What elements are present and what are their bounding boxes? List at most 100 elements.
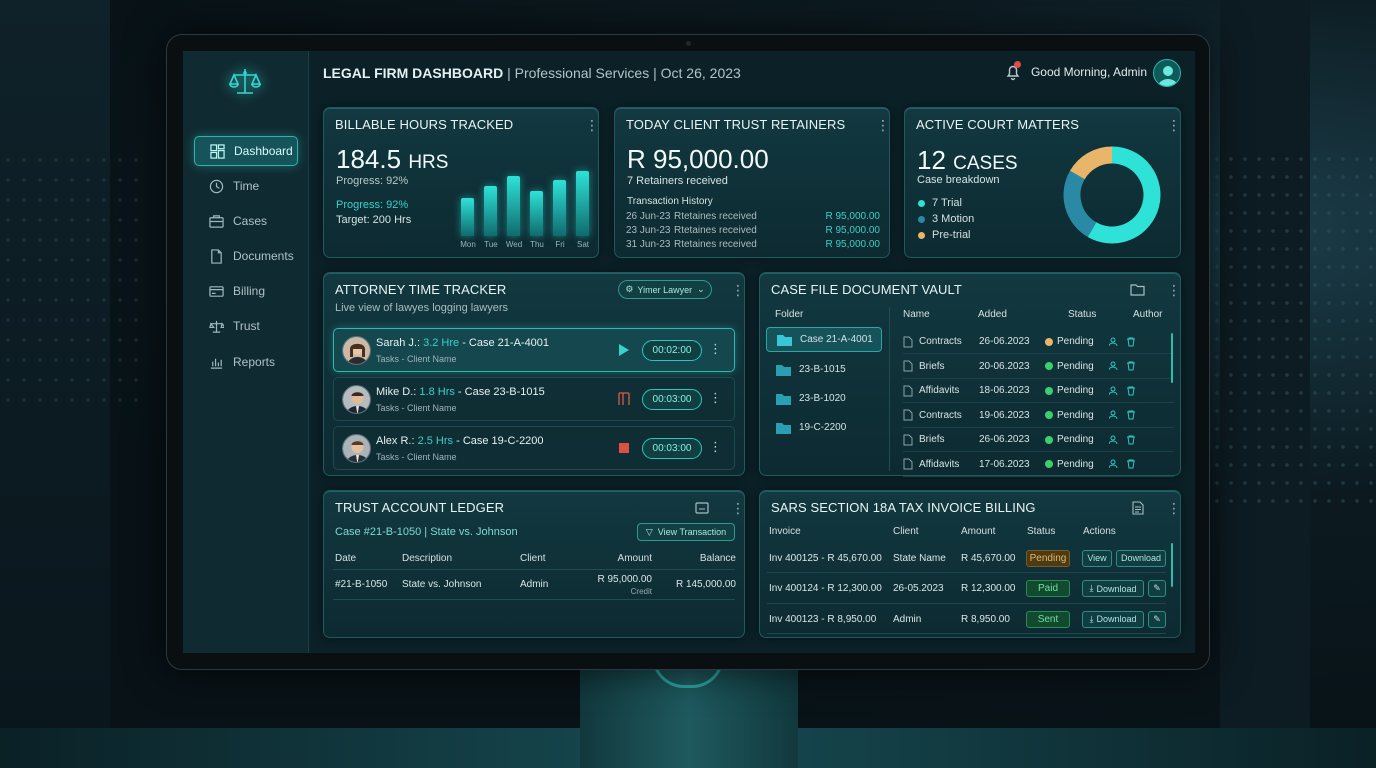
briefcase-icon (209, 214, 224, 228)
attorney-row[interactable]: Alex R.: 2.5 Hrs - Case 19-C-2200 Tasks … (333, 426, 735, 470)
column-header: Client (520, 553, 546, 564)
more-options-icon[interactable]: ⋮ (1167, 501, 1181, 515)
trash-icon[interactable] (1126, 459, 1136, 469)
history-title: Transaction History (627, 196, 713, 207)
invoice-number: Inv 400125 - R 45,670.00 (769, 552, 882, 564)
trash-icon[interactable] (1126, 337, 1136, 347)
court-matters-card: ACTIVE COURT MATTERS ⋮ 12 CASES Case bre… (904, 107, 1181, 258)
more-options-icon[interactable]: ⋮ (1167, 118, 1181, 132)
document-row[interactable]: Briefs 26-06.2023 Pending (903, 428, 1174, 452)
folder-column-header: Folder (775, 309, 804, 320)
case-count: 12 CASES (917, 145, 1018, 175)
sidebar-item-billing[interactable]: Billing (194, 276, 298, 306)
invoice-icon[interactable] (1132, 501, 1144, 515)
attorney-row[interactable]: Mike D.: 1.8 Hrs - Case 23-B-1015 Tasks … (333, 377, 735, 421)
document-icon (211, 248, 222, 264)
download-button[interactable]: ⤓ Download (1082, 580, 1144, 597)
trust-retainers-card: TODAY CLIENT TRUST RETAINERS ⋮ R 95,000.… (614, 107, 890, 258)
pause-icon[interactable] (618, 392, 630, 406)
folder-item[interactable]: 23-B-1015 (766, 357, 882, 382)
folder-item[interactable]: 19-C-2200 (766, 415, 882, 440)
folder-icon (776, 422, 791, 434)
sidebar-item-documents[interactable]: Documents (194, 241, 298, 271)
folder-item[interactable]: 23-B-1020 (766, 386, 882, 411)
sidebar-item-cases[interactable]: Cases (194, 206, 298, 236)
invoice-number: Inv 400123 - R 8,950.00 (769, 613, 877, 625)
view-transaction-button[interactable]: ▽ View Transaction (637, 523, 735, 541)
legend-trial: 7 Trial (918, 197, 962, 209)
dashboard-icon (210, 143, 225, 159)
trash-icon[interactable] (1126, 410, 1136, 420)
card-title: TODAY CLIENT TRUST RETAINERS (626, 117, 846, 132)
invoice-number: Inv 400124 - R 12,300.00 (769, 583, 882, 594)
users-icon[interactable] (1109, 459, 1119, 469)
users-icon[interactable] (1109, 361, 1119, 371)
invoice-amount: R 12,300.00 (961, 583, 1016, 594)
retainer-count: 7 Retainers received (627, 175, 728, 187)
download-button[interactable]: ⤓ Download (1082, 610, 1144, 628)
more-options-icon[interactable]: ⋮ (876, 118, 890, 132)
sidebar: Dashboard Time Cases Documents Billing T… (183, 51, 309, 653)
user-avatar[interactable] (1153, 59, 1181, 87)
ledger-row-credit: Credit (630, 587, 652, 596)
file-icon (903, 458, 913, 470)
stop-icon[interactable] (618, 441, 630, 455)
clock-icon (209, 179, 224, 193)
document-row[interactable]: Affidavits 18-06.2023 Pending (903, 379, 1174, 403)
trash-icon[interactable] (1126, 361, 1136, 371)
more-options-icon[interactable]: ⋮ (709, 439, 722, 455)
download-button[interactable]: Download (1116, 549, 1166, 567)
lawyer-filter-dropdown[interactable]: ⚙ Yimer Lawyer ⌄ (618, 280, 712, 299)
folder-icon (776, 393, 791, 405)
more-options-icon[interactable]: ⋮ (709, 390, 722, 406)
sidebar-item-time[interactable]: Time (194, 171, 298, 201)
more-options-icon[interactable]: ⋮ (731, 283, 745, 297)
users-icon[interactable] (1109, 410, 1119, 420)
trash-icon[interactable] (1126, 435, 1136, 445)
bar-label: Wed (505, 240, 523, 249)
document-row[interactable]: Contracts 26-06.2023 Pending (903, 330, 1174, 354)
sidebar-item-reports[interactable]: Reports (194, 347, 298, 377)
trash-icon[interactable] (1126, 386, 1136, 396)
document-row[interactable]: Contracts 19-06.2023 Pending (903, 404, 1174, 428)
column-header: Invoice (769, 526, 801, 537)
ledger-row-amount: R 95,000.00 (597, 574, 653, 585)
transaction-row: 26 Jun-23 Rtetaines received R 95,000.00 (626, 211, 880, 222)
column-header: Amount (617, 553, 652, 564)
invoice-actions: View Download (1082, 548, 1170, 568)
more-options-icon[interactable]: ⋮ (1167, 283, 1181, 297)
invoice-client: 26-05.2023 (893, 583, 944, 594)
ledger-row-balance: R 145,000.00 (675, 579, 736, 590)
more-options-icon[interactable]: ⋮ (709, 341, 722, 357)
sidebar-item-trust[interactable]: Trust (194, 311, 298, 341)
folder-icon[interactable] (1130, 283, 1145, 296)
users-icon[interactable] (1109, 386, 1119, 396)
users-icon[interactable] (1109, 435, 1119, 445)
users-icon[interactable] (1109, 337, 1119, 347)
invoice-actions: ⤓ Download ✎ (1082, 579, 1170, 599)
play-icon[interactable] (618, 343, 630, 357)
folder-item[interactable]: Case 21-A-4001 (766, 327, 882, 352)
card-title: CASE FILE DOCUMENT VAULT (771, 282, 962, 297)
scales-icon (209, 320, 224, 333)
bar-label: Fri (555, 240, 565, 249)
document-row[interactable]: Affidavits 17-06.2023 Pending (903, 453, 1174, 477)
column-header: Description (402, 553, 453, 564)
bar-fri (553, 180, 566, 236)
bar-thu (530, 191, 543, 236)
trust-ledger-card: TRUST ACCOUNT LEDGER ⋮ Case #21-B-1050 |… (323, 490, 745, 638)
more-options-icon[interactable]: ⋮ (585, 118, 599, 132)
more-options-icon[interactable]: ⋮ (731, 501, 745, 515)
document-row[interactable]: Briefs 20-06.2023 Pending (903, 355, 1174, 379)
donut-slice-1 (1063, 170, 1097, 237)
export-icon[interactable] (695, 502, 709, 514)
invoice-client: Admin (893, 613, 922, 625)
view-button[interactable]: View (1082, 549, 1112, 567)
edit-button[interactable]: ✎ (1148, 580, 1166, 597)
scales-of-justice-icon (228, 69, 262, 94)
card-title: BILLABLE HOURS TRACKED (335, 117, 514, 132)
sidebar-item-dashboard[interactable]: Dashboard (194, 136, 298, 166)
card-subtitle: Live view of lawyes logging lawyers (335, 302, 509, 314)
edit-button[interactable]: ✎ (1148, 610, 1166, 628)
attorney-row[interactable]: Sarah J.: 3.2 Hre - Case 21-A-4001 Tasks… (333, 328, 735, 372)
